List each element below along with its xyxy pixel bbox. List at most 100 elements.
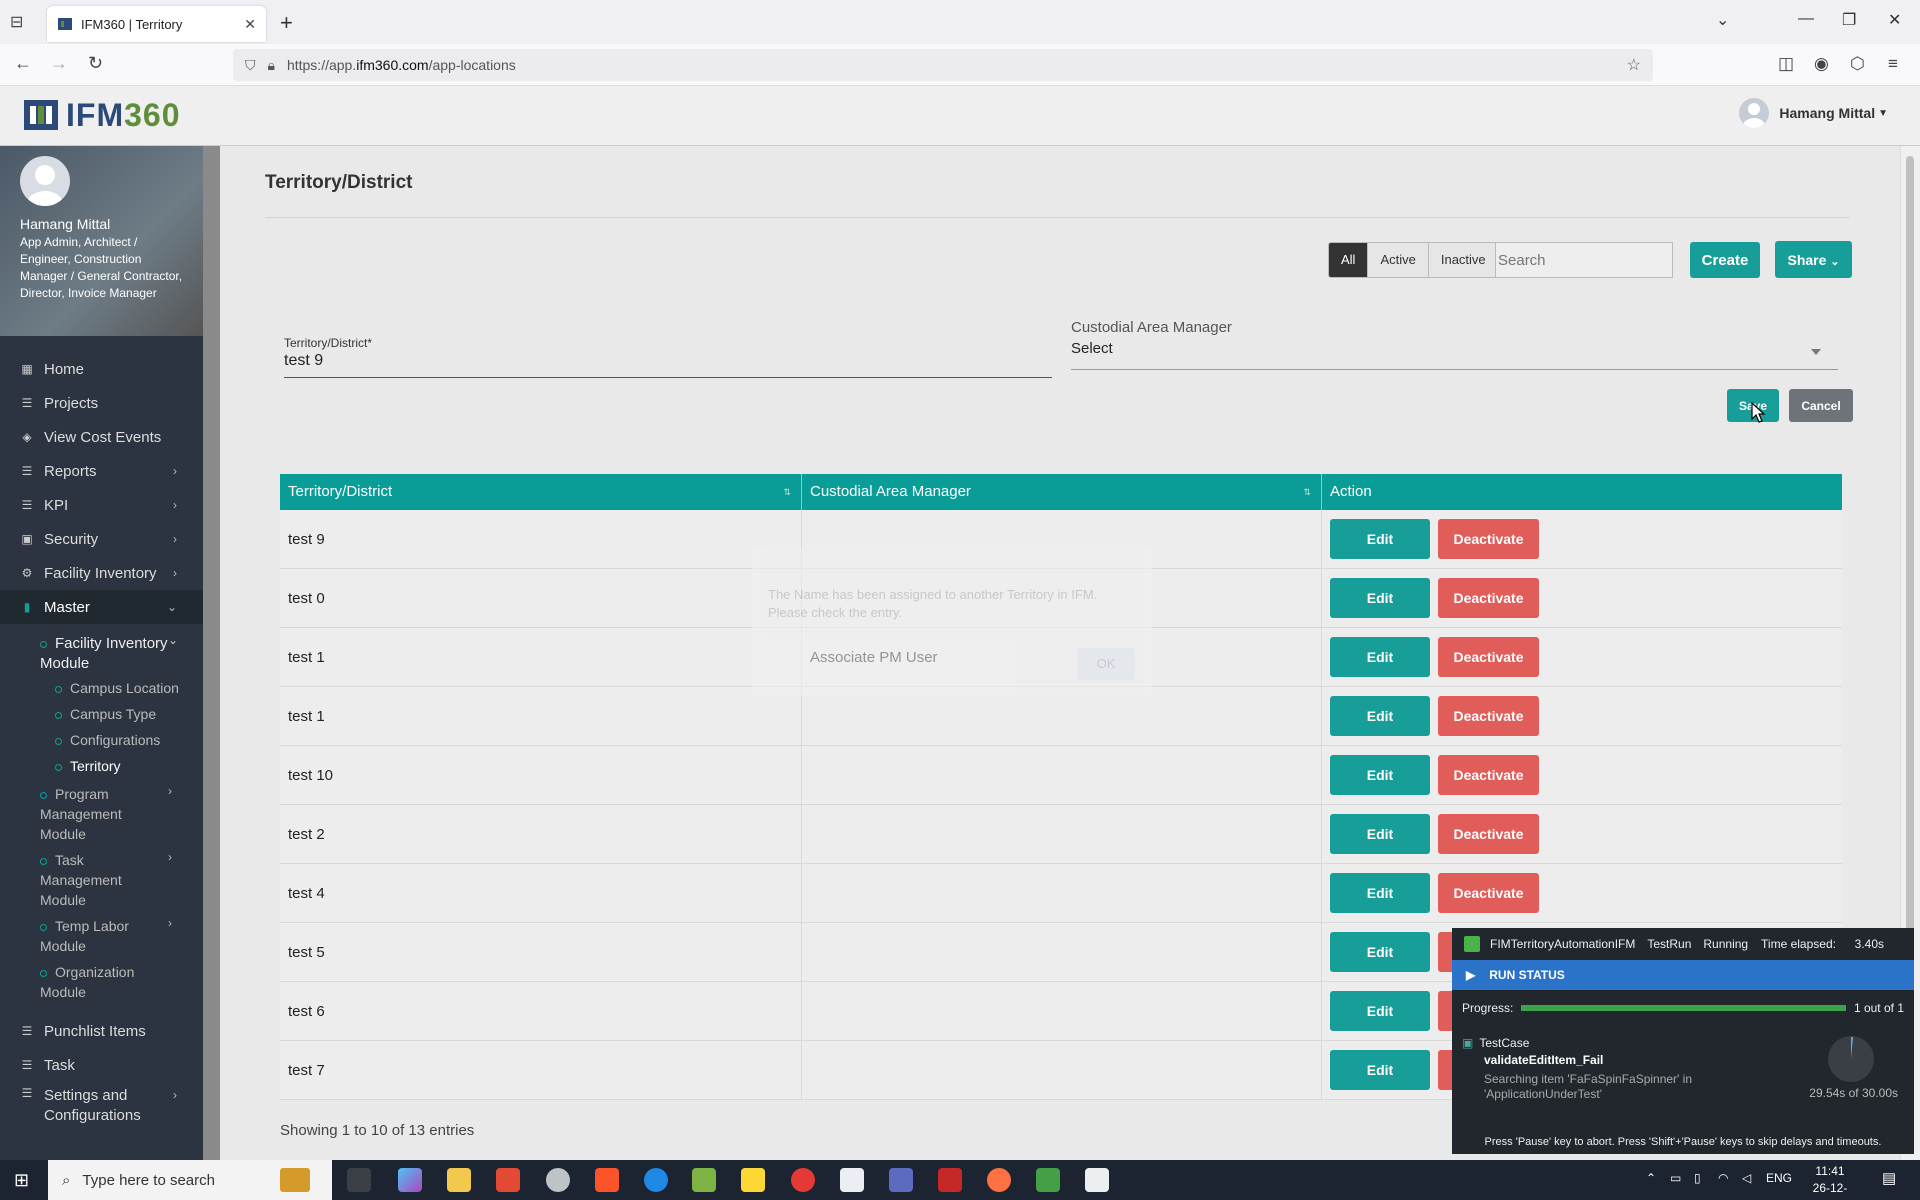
create-button[interactable]: Create [1690, 242, 1760, 278]
wps-icon[interactable] [496, 1168, 520, 1192]
app-icon[interactable] [546, 1168, 570, 1192]
column-header-territory[interactable]: Territory/District ⇅ [280, 474, 802, 510]
file-explorer-icon[interactable] [447, 1168, 471, 1192]
deactivate-button[interactable]: Deactivate [1438, 814, 1539, 854]
sidebar-sub-task-management[interactable]: Task Management Module [40, 850, 165, 910]
alert-ok-button[interactable]: OK [1077, 648, 1135, 680]
list-all-tabs-icon[interactable]: ⌄ [1716, 10, 1729, 30]
edit-button[interactable]: Edit [1330, 873, 1430, 913]
copilot-icon[interactable] [398, 1168, 422, 1192]
sidebar-item-master[interactable]: ▮ Master ⌄ [0, 590, 203, 624]
deactivate-button[interactable]: Deactivate [1438, 696, 1539, 736]
tray-chevron-icon[interactable]: ⌃ [1646, 1171, 1656, 1185]
sidebar-sub-campus-location[interactable]: Campus Location [55, 680, 179, 696]
edit-button[interactable]: Edit [1330, 519, 1430, 559]
column-header-manager[interactable]: Custodial Area Manager ⇅ [802, 474, 1322, 510]
taskbar-search[interactable]: ⌕ Type here to search [48, 1160, 332, 1200]
browser-tab[interactable]: IFM360 | Territory ✕ [47, 6, 266, 42]
back-icon[interactable]: ← [14, 53, 32, 74]
address-bar[interactable]: ⛉ 🔒︎ https://app. ifm360.com/app-location… [233, 49, 1653, 81]
dropdown-caret-icon[interactable] [1811, 349, 1821, 355]
volume-icon[interactable]: ◁ [1742, 1171, 1751, 1185]
chevron-right-icon: › [173, 532, 177, 546]
sidebar-item-kpi[interactable]: ☰ KPI › [0, 488, 203, 522]
notepad-icon[interactable] [692, 1168, 716, 1192]
taskbar-clock[interactable]: 11:41 26-12-2024 [1800, 1163, 1860, 1200]
filter-all-button[interactable]: All [1329, 243, 1369, 277]
cancel-button[interactable]: Cancel [1789, 389, 1853, 422]
edit-button[interactable]: Edit [1330, 814, 1430, 854]
edit-button[interactable]: Edit [1330, 1050, 1430, 1090]
pocket-icon[interactable]: ◫ [1778, 54, 1794, 74]
sidebar-scrollbar[interactable] [203, 146, 220, 1160]
sidebar-sub-facility-inventory-module[interactable]: Facility Inventory Module [40, 634, 180, 674]
account-icon[interactable]: ◉ [1814, 54, 1829, 74]
share-button[interactable]: Share ⌄ [1775, 241, 1852, 278]
search-input[interactable] [1495, 242, 1673, 278]
close-tab-icon[interactable]: ✕ [244, 16, 256, 33]
sidebar-sub-label: Configurations [70, 732, 161, 748]
language-indicator[interactable]: ENG [1766, 1171, 1792, 1185]
edit-button[interactable]: Edit [1330, 932, 1430, 972]
tray-app-icon[interactable]: ▭ [1670, 1171, 1681, 1185]
task-view-icon[interactable] [347, 1168, 371, 1192]
sidebar-item-home[interactable]: ▦ Home [0, 352, 203, 386]
sidebar-sub-temp-labor[interactable]: Temp Labor Module [40, 916, 165, 956]
brave-icon[interactable] [595, 1168, 619, 1192]
sidebar-item-punchlist-items[interactable]: ☰ Punchlist Items [0, 1014, 203, 1048]
edit-button[interactable]: Edit [1330, 578, 1430, 618]
forward-icon[interactable]: → [50, 53, 68, 74]
sidebar-sub-territory[interactable]: Territory [55, 758, 121, 774]
sidebar-item-task[interactable]: ☰ Task [0, 1048, 203, 1082]
network-icon[interactable]: ◠ [1718, 1171, 1728, 1185]
menu-icon[interactable]: ≡ [1888, 54, 1898, 74]
edit-button[interactable]: Edit [1330, 755, 1430, 795]
sidebar-sub-program-management[interactable]: Program Management Module [40, 784, 165, 844]
notifications-icon[interactable]: ▤ [1882, 1169, 1896, 1187]
teams-icon[interactable] [889, 1168, 913, 1192]
studio-icon[interactable] [1036, 1168, 1060, 1192]
filter-active-button[interactable]: Active [1368, 243, 1429, 277]
edit-button[interactable]: Edit [1330, 637, 1430, 677]
sidebar-item-settings[interactable]: ☰ Settings and Configurations › [0, 1086, 203, 1130]
dashboard-icon: ▦ [21, 362, 33, 376]
cam-select[interactable]: Select [1071, 340, 1113, 357]
battery-icon[interactable]: ▯ [1694, 1171, 1701, 1185]
close-window-icon[interactable]: ✕ [1888, 10, 1901, 30]
edge-icon[interactable] [644, 1168, 668, 1192]
sidebar-item-facility-inventory[interactable]: ⚙ Facility Inventory › [0, 556, 203, 590]
new-tab-icon[interactable]: + [280, 10, 293, 36]
sidebar-sub-configurations[interactable]: Configurations [55, 732, 160, 748]
firefox-icon[interactable] [987, 1168, 1011, 1192]
edit-button[interactable]: Edit [1330, 696, 1430, 736]
deactivate-button[interactable]: Deactivate [1438, 578, 1539, 618]
sticky-notes-icon[interactable] [741, 1168, 765, 1192]
sidebar-sub-organization[interactable]: Organization Module [40, 962, 165, 1002]
reload-icon[interactable]: ↻ [88, 53, 103, 74]
sidebar-item-view-cost-events[interactable]: ◈ View Cost Events [0, 420, 203, 454]
extensions-icon[interactable]: ⬡ [1850, 54, 1865, 74]
sidebar-item-security[interactable]: ▣ Security › [0, 522, 203, 556]
windows-start-icon[interactable]: ⊞ [14, 1170, 29, 1191]
deactivate-button[interactable]: Deactivate [1438, 637, 1539, 677]
minimize-icon[interactable]: — [1798, 10, 1814, 28]
sidebar-item-reports[interactable]: ☰ Reports › [0, 454, 203, 488]
deactivate-button[interactable]: Deactivate [1438, 873, 1539, 913]
window-icon[interactable] [1085, 1168, 1109, 1192]
edit-button[interactable]: Edit [1330, 991, 1430, 1031]
ifm360-logo[interactable]: IFM360 [22, 96, 180, 134]
ranorex-icon[interactable] [840, 1168, 864, 1192]
tool-icon[interactable] [938, 1168, 962, 1192]
chrome-icon[interactable] [791, 1168, 815, 1192]
filter-inactive-button[interactable]: Inactive [1428, 243, 1498, 277]
restore-icon[interactable]: ❐ [1842, 10, 1856, 30]
bookmark-star-icon[interactable]: ☆ [1627, 55, 1641, 75]
run-status-bar[interactable]: ▶ RUN STATUS [1452, 960, 1914, 990]
tab-list-icon[interactable]: ⊟ [10, 12, 23, 32]
user-menu[interactable]: Hamang Mittal ▼ [1739, 98, 1888, 128]
deactivate-button[interactable]: Deactivate [1438, 755, 1539, 795]
deactivate-button[interactable]: Deactivate [1438, 519, 1539, 559]
sidebar-sub-campus-type[interactable]: Campus Type [55, 706, 156, 722]
sidebar-item-projects[interactable]: ☰ Projects [0, 386, 203, 420]
territory-field-input[interactable]: test 9 [284, 352, 323, 370]
